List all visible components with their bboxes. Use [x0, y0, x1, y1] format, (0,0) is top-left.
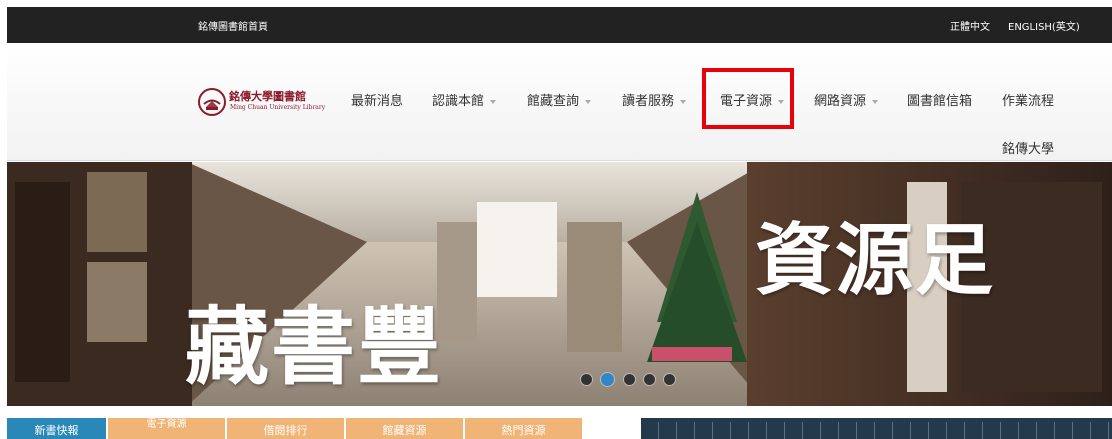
carousel-dot[interactable] — [644, 374, 655, 385]
chevron-down-icon — [872, 99, 879, 104]
nav-item-ming-chuan-university[interactable]: 銘傳大學 — [1002, 138, 1054, 157]
nav-item-reader-services[interactable]: 讀者服務 — [622, 90, 687, 109]
top-bar: 銘傳圖書館首頁 正體中文 ENGLISH(英文) — [7, 7, 1112, 43]
hero-banner[interactable]: 藏書豐 資源足 — [7, 162, 1112, 406]
hero-text-right: 資源足 — [755, 216, 996, 306]
nav-item-latest-news[interactable]: 最新消息 — [351, 90, 403, 109]
nav-item-label: 網路資源 — [814, 94, 867, 109]
nav-item-label: 認識本館 — [432, 94, 485, 109]
tab-new-books[interactable]: 新書快報 — [7, 418, 106, 439]
nav-item-label: 作業流程 — [1002, 94, 1055, 109]
side-media-panel — [641, 418, 1112, 439]
library-name-zh: 銘傳大學圖書館 — [229, 90, 306, 103]
library-home-link[interactable]: 銘傳圖書館首頁 — [198, 18, 268, 33]
nav-item-web-resources[interactable]: 網路資源 — [814, 90, 879, 109]
carousel-dot[interactable] — [664, 374, 675, 385]
nav-item-label: 館藏查詢 — [527, 94, 580, 109]
chevron-down-icon — [490, 99, 497, 104]
chevron-down-icon — [585, 99, 592, 104]
library-logo[interactable]: 銘傳大學圖書館 Ming Chuan University Library — [197, 85, 325, 119]
carousel-dot[interactable] — [581, 374, 592, 385]
tab-popular[interactable]: 熱門資源 — [465, 418, 582, 439]
tab-e-resources[interactable]: 電子資源 — [108, 418, 225, 439]
library-name-en: Ming Chuan University Library — [230, 104, 326, 111]
hero-text-left: 藏書豐 — [185, 298, 444, 396]
highlight-box — [702, 68, 794, 129]
library-seal-icon — [198, 88, 226, 116]
nav-item-library-mailbox[interactable]: 圖書館信箱 — [907, 90, 972, 109]
lang-traditional-chinese-link[interactable]: 正體中文 — [950, 18, 990, 33]
chevron-down-icon — [680, 99, 687, 104]
nav-item-label: 銘傳大學 — [1002, 142, 1055, 157]
carousel-dot[interactable] — [624, 374, 635, 385]
tab-collection[interactable]: 館藏資源 — [346, 418, 463, 439]
nav-item-workflow[interactable]: 作業流程 — [1002, 90, 1054, 109]
carousel-dot-active[interactable] — [601, 373, 614, 386]
panel-pattern — [641, 422, 1112, 439]
lang-english-link[interactable]: ENGLISH(英文) — [1008, 18, 1080, 33]
tab-borrowing-ranking[interactable]: 借閱排行 — [227, 418, 344, 439]
nav-item-catalog-search[interactable]: 館藏查詢 — [527, 90, 592, 109]
nav-item-label: 圖書館信箱 — [907, 94, 973, 109]
nav-item-label: 讀者服務 — [622, 94, 675, 109]
nav-item-about-library[interactable]: 認識本館 — [432, 90, 497, 109]
nav-item-label: 最新消息 — [351, 94, 404, 109]
